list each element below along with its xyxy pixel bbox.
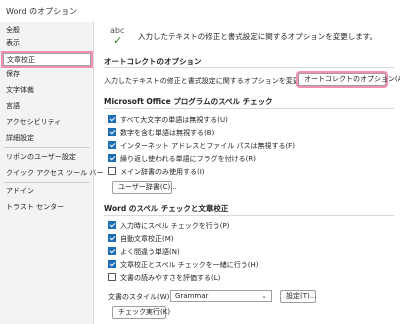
- checkbox-frequently-confused-words[interactable]: [108, 247, 116, 255]
- nav-item-general[interactable]: 全般: [6, 24, 86, 37]
- checkbox-check-grammar-with-spelling[interactable]: [108, 260, 116, 268]
- office-spelling-section-title: Microsoft Office プログラムのスペル チェック: [104, 97, 273, 106]
- option-check-grammar-with-spelling[interactable]: 文章校正とスペル チェックを一緒に行う(H): [108, 260, 258, 271]
- autocorrect-description: 入力したテキストの修正と書式設定に関するオプションを変更します。: [104, 77, 328, 85]
- section-divider: [104, 67, 394, 68]
- option-check-spelling-as-you-type[interactable]: 入力時にスペル チェックを行う(P): [108, 221, 229, 232]
- checkbox-main-dictionary-only[interactable]: [108, 167, 116, 175]
- nav-item-proofing[interactable]: 文章校正: [3, 53, 91, 66]
- grammar-settings-button[interactable]: 設定(T)...: [280, 290, 316, 303]
- checkbox-readability-statistics[interactable]: [108, 273, 116, 281]
- writing-style-value: Grammar: [175, 292, 209, 300]
- writing-style-label: 文書のスタイル(W):: [108, 293, 172, 301]
- option-label: 文章校正とスペル チェックを一緒に行う(H): [120, 261, 259, 269]
- option-flag-repeated-words[interactable]: 繰り返し使われる単語にフラグを付ける(R): [108, 154, 256, 165]
- option-label: 自動文章校正(M): [120, 235, 174, 243]
- checkbox-auto-proofing[interactable]: [108, 234, 116, 242]
- option-frequently-confused-words[interactable]: よく間違う単語(N): [108, 247, 180, 258]
- section-divider: [104, 215, 394, 216]
- checkbox-ignore-numbers[interactable]: [108, 128, 116, 136]
- nav-item-language[interactable]: 言語: [6, 100, 86, 113]
- options-nav: 全般 表示 文章校正 保存 文字体裁 言語 アクセシビリティ 詳細設定 リボンの…: [0, 22, 103, 324]
- autocorrect-section-title: オートコレクトのオプション: [104, 57, 202, 66]
- nav-divider: [4, 182, 90, 183]
- checkbox-flag-repeated-words[interactable]: [108, 154, 116, 162]
- nav-item-customize-ribbon[interactable]: リボンのユーザー設定: [6, 151, 86, 164]
- option-label: 繰り返し使われる単語にフラグを付ける(R): [120, 155, 256, 163]
- checkbox-check-spelling-as-you-type[interactable]: [108, 221, 116, 229]
- option-main-dictionary-only[interactable]: メイン辞書のみ使用する(I): [108, 167, 205, 178]
- option-ignore-numbers[interactable]: 数字を含む単語は無視する(B): [108, 128, 214, 139]
- nav-item-typography[interactable]: 文字体裁: [6, 84, 86, 97]
- option-ignore-internet-paths[interactable]: インターネット アドレスとファイル パスは無視する(F): [108, 141, 295, 152]
- option-readability-statistics[interactable]: 文書の読みやすさを評価する(L): [108, 273, 220, 284]
- nav-item-save[interactable]: 保存: [6, 68, 86, 81]
- nav-item-display[interactable]: 表示: [6, 37, 86, 50]
- nav-item-addins[interactable]: アドイン: [6, 185, 86, 198]
- proofing-panel: abc ✓ 入力したテキストの修正と書式設定に関するオプションを変更します。 オ…: [94, 22, 400, 324]
- section-divider: [104, 108, 394, 109]
- check-mark: ✓: [113, 34, 123, 47]
- option-label: よく間違う単語(N): [120, 248, 180, 256]
- abc-check-icon: abc ✓: [108, 26, 134, 48]
- writing-style-select[interactable]: Grammar ⌄: [170, 290, 272, 302]
- option-ignore-uppercase[interactable]: すべて大文字の単語は無視する(U): [108, 115, 228, 126]
- recheck-document-button[interactable]: チェック実行(K): [112, 306, 170, 319]
- checkbox-ignore-internet-paths[interactable]: [108, 141, 116, 149]
- nav-item-accessibility[interactable]: アクセシビリティ: [6, 116, 86, 129]
- window-title: Word のオプション: [6, 7, 78, 16]
- option-label: すべて大文字の単語は無視する(U): [120, 116, 228, 124]
- nav-divider: [4, 147, 90, 148]
- nav-item-advanced[interactable]: 詳細設定: [6, 132, 86, 145]
- option-auto-proofing[interactable]: 自動文章校正(M): [108, 234, 174, 245]
- page-description: 入力したテキストの修正と書式設定に関するオプションを変更します。: [138, 32, 378, 41]
- nav-item-quick-access-toolbar[interactable]: クイック アクセス ツール バー: [6, 167, 103, 180]
- option-label: 数字を含む単語は無視する(B): [120, 129, 215, 137]
- nav-item-trust-center[interactable]: トラスト センター: [6, 201, 86, 214]
- option-label: メイン辞書のみ使用する(I): [120, 168, 205, 176]
- custom-dictionaries-button[interactable]: ユーザー辞書(C)...: [112, 181, 177, 194]
- chevron-down-icon: ⌄: [261, 292, 267, 300]
- option-label: インターネット アドレスとファイル パスは無視する(F): [120, 142, 295, 150]
- checkbox-ignore-uppercase[interactable]: [108, 115, 116, 123]
- autocorrect-options-button[interactable]: オートコレクトのオプション(A)...: [298, 73, 400, 86]
- option-label: 文書の読みやすさを評価する(L): [120, 274, 221, 282]
- word-spelling-section-title: Word のスペル チェックと文章校正: [104, 204, 229, 213]
- option-label: 入力時にスペル チェックを行う(P): [120, 222, 230, 230]
